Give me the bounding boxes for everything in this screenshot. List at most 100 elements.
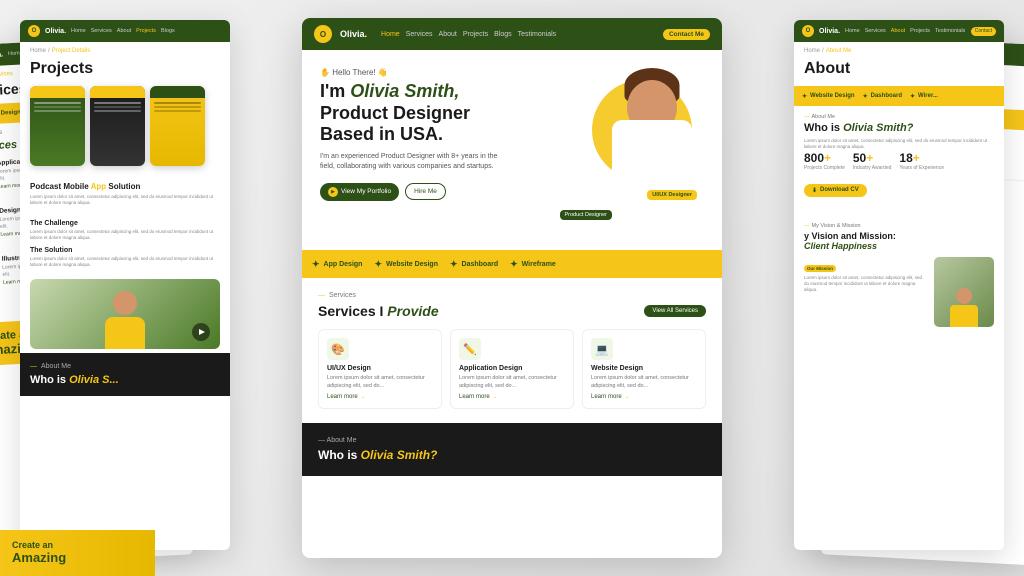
left-back-logo-text: Olivia. <box>0 51 3 59</box>
nav-blogs[interactable]: Blogs <box>494 31 512 38</box>
mission-content: Our Mission Lorem ipsum dolor sit amet, … <box>804 257 994 327</box>
right-front-marquee: ✦ Website Design ✦ Dashboard ✦ Wirer... <box>794 86 1004 106</box>
create-amazing-banner: Create an Amazing <box>0 530 155 576</box>
left-front-logo-text: Olivia. <box>45 28 66 35</box>
nav-about[interactable]: About <box>439 31 457 38</box>
challenge-section: The Challenge Lorem ipsum dolor sit amet… <box>20 220 230 248</box>
hero-image: UI/UX Designer <box>582 60 712 220</box>
nav-services[interactable]: Services <box>406 31 433 38</box>
main-logo-text: Olivia. <box>340 29 367 39</box>
service-card-web: 💻 Website Design Lorem ipsum dolor sit a… <box>582 329 706 409</box>
right-front-person-photo <box>934 257 994 327</box>
solution-section: The Solution Lorem ipsum dolor sit amet,… <box>20 247 230 275</box>
app-design-icon: ✏️ <box>459 338 481 360</box>
web-design-desc: Lorem ipsum dolor sit amet, consectetur … <box>591 375 697 390</box>
left-front-photo <box>30 279 220 349</box>
challenge-text: Lorem ipsum dolor sit amet, consectetur … <box>30 229 220 242</box>
left-front-logo: O <box>28 25 40 37</box>
marquee-star-4: ✦ <box>510 259 518 270</box>
view-all-button[interactable]: View All Services <box>644 305 706 317</box>
web-learn-more[interactable]: Learn more → <box>591 394 697 400</box>
right-front-page: O Olivia. Home Services About Projects T… <box>794 20 1004 550</box>
solution-title: The Solution <box>30 247 220 254</box>
portfolio-button[interactable]: ▶ View My Portfolio <box>320 183 399 201</box>
left-front-about-strip: About Me Who is Olivia S... <box>20 353 230 396</box>
nav-home[interactable]: Home <box>381 31 400 38</box>
app-screenshot-1 <box>30 86 85 166</box>
mission-text: Lorem ipsum dolor sit amet, consectetur … <box>804 275 928 294</box>
right-front-star-3: ✦ <box>910 93 915 100</box>
web-design-icon: 💻 <box>591 338 613 360</box>
right-front-star-2: ✦ <box>863 93 868 100</box>
hero-subtitle: I'm an experienced Product Designer with… <box>320 152 500 173</box>
app-screenshots-section <box>20 86 230 174</box>
who-is-title: Who is Olivia Smith? <box>804 122 994 134</box>
left-front-page-title: Projects <box>20 60 230 86</box>
right-front-nav: O Olivia. Home Services About Projects T… <box>794 20 1004 42</box>
marquee-item-1: ✦ App Design <box>312 259 362 270</box>
right-front-about-text: Lorem ipsum dolor sit amet, consectetur … <box>804 138 994 151</box>
services-tag: Services <box>318 292 706 299</box>
marquee-item-2: ✦ Website Design <box>374 259 438 270</box>
right-front-logo: O <box>802 25 814 37</box>
main-nav: O Olivia. Home Services About Projects B… <box>302 18 722 50</box>
pd-badge: Product Designer <box>560 210 613 220</box>
who-is-section: About Me Who is Olivia Smith? Lorem ipsu… <box>794 106 1004 215</box>
nav-projects[interactable]: Projects <box>463 31 488 38</box>
stat-projects: 800+ Projects Complete <box>804 151 845 171</box>
solution-text: Lorem ipsum dolor sit amet, consectetur … <box>30 256 220 269</box>
challenge-title: The Challenge <box>30 220 220 227</box>
marquee-star-1: ✦ <box>312 259 320 270</box>
web-design-title: Website Design <box>591 365 697 372</box>
contact-button[interactable]: Contact Me <box>663 29 710 40</box>
service-card-ux: 🎨 UI/UX Design Lorem ipsum dolor sit ame… <box>318 329 442 409</box>
stats-row: 800+ Projects Complete 50+ Industry Awar… <box>804 151 994 171</box>
ux-design-desc: Lorem ipsum dolor sit amet, consectetur … <box>327 375 433 390</box>
left-front-breadcrumb: Home / Project Details <box>20 42 230 60</box>
hire-button[interactable]: Hire Me <box>405 183 446 200</box>
services-title: Services I Provide <box>318 303 439 319</box>
podcast-desc: Lorem ipsum dolor sit amet, consectetur … <box>30 194 220 207</box>
app-learn-more[interactable]: Learn more → <box>459 394 565 400</box>
marquee-item-3: ✦ Dashboard <box>450 259 498 270</box>
about-tag: — About Me <box>318 437 706 444</box>
app-screenshot-3 <box>150 86 205 166</box>
about-title: Who is Olivia Smith? <box>318 448 706 462</box>
main-nav-links: Home Services About Projects Blogs Testi… <box>381 31 655 38</box>
right-front-breadcrumb: Home / About Me <box>794 42 1004 60</box>
main-page: O Olivia. Home Services About Projects B… <box>302 18 722 558</box>
vision-mission-section: My Vision & Mission y Vision and Mission… <box>794 215 1004 335</box>
create-text-highlight: Amazing <box>12 551 66 565</box>
our-mission-badge: Our Mission <box>804 265 836 272</box>
ux-design-title: UI/UX Design <box>327 365 433 372</box>
ux-badge: UI/UX Designer <box>647 190 697 200</box>
left-front-nav-links: Home Services About Projects Blogs <box>71 28 222 34</box>
marquee-star-3: ✦ <box>450 259 458 270</box>
app-design-desc: Lorem ipsum dolor sit amet, consectetur … <box>459 375 565 390</box>
app-design-title: Application Design <box>459 365 565 372</box>
marquee-star-2: ✦ <box>374 259 382 270</box>
nav-testimonials[interactable]: Testimonials <box>518 31 557 38</box>
about-bottom-section: — About Me Who is Olivia Smith? <box>302 423 722 476</box>
ux-design-icon: 🎨 <box>327 338 349 360</box>
podcast-section: Podcast Mobile App Solution Lorem ipsum … <box>20 174 230 220</box>
marquee-item-4: ✦ Wireframe <box>510 259 556 270</box>
service-cards: 🎨 UI/UX Design Lorem ipsum dolor sit ame… <box>318 329 706 409</box>
app-screenshot-2 <box>90 86 145 166</box>
marquee-strip: ✦ App Design ✦ Website Design ✦ Dashboar… <box>302 250 722 278</box>
podcast-title: Podcast Mobile App Solution <box>30 182 220 191</box>
hero-section: ✋ Hello There! 👋 I'm Olivia Smith, Produ… <box>302 50 722 250</box>
right-front-nav-links: Home Services About Projects Testimonial… <box>845 28 966 34</box>
download-cv-button[interactable]: ⬇ Download CV <box>804 184 867 197</box>
right-front-star-1: ✦ <box>802 93 807 100</box>
services-section: Services Services I Provide View All Ser… <box>302 278 722 423</box>
right-front-logo-text: Olivia. <box>819 28 840 35</box>
right-front-page-title: About <box>794 60 1004 86</box>
left-front-page: O Olivia. Home Services About Projects B… <box>20 20 230 550</box>
play-icon: ▶ <box>328 187 338 197</box>
main-logo-circle: O <box>314 25 332 43</box>
service-card-app: ✏️ Application Design Lorem ipsum dolor … <box>450 329 574 409</box>
stat-awards: 50+ Industry Awarded <box>853 151 892 171</box>
left-front-nav: O Olivia. Home Services About Projects B… <box>20 20 230 42</box>
ux-learn-more[interactable]: Learn more → <box>327 394 433 400</box>
